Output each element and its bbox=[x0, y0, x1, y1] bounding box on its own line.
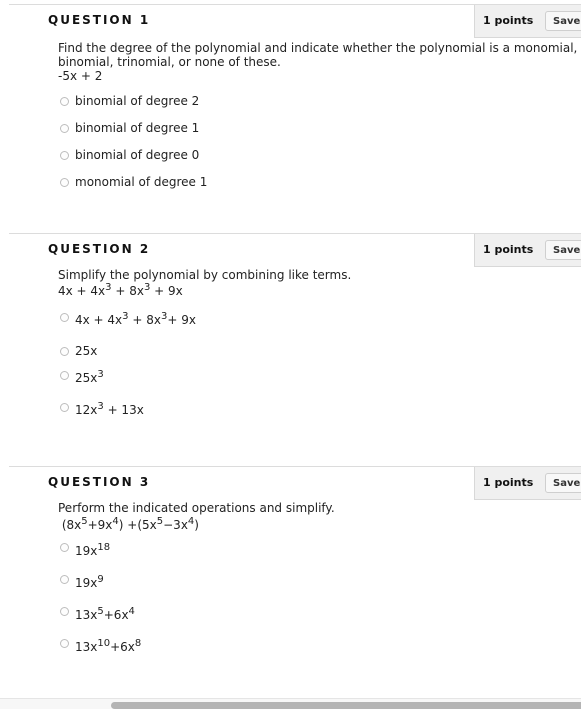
answer-choice[interactable]: 13x5+6x4 bbox=[58, 604, 578, 636]
answer-choice[interactable]: 13x10+6x8 bbox=[58, 636, 578, 663]
radio-button[interactable] bbox=[60, 313, 69, 322]
save-answer-button[interactable]: Save Answer bbox=[545, 473, 581, 493]
prompt-line: Find the degree of the polynomial and in… bbox=[58, 41, 578, 55]
answer-choices: 4x + 4x3 + 8x3+ 9x 25x 25x3 12x3 + 13x bbox=[58, 310, 578, 427]
answer-choice[interactable]: binomial of degree 2 bbox=[58, 94, 578, 121]
answer-choices: 19x18 19x9 13x5+6x4 13x10+6x8 bbox=[58, 540, 578, 663]
points-label: 1 points bbox=[483, 14, 534, 27]
points-box: 1 points Save Answer bbox=[474, 234, 581, 267]
radio-button[interactable] bbox=[60, 371, 69, 380]
question-body: Simplify the polynomial by combining lik… bbox=[58, 268, 578, 427]
choice-label: binomial of degree 0 bbox=[75, 148, 200, 162]
answer-choice[interactable]: 19x18 bbox=[58, 540, 578, 572]
radio-button[interactable] bbox=[60, 347, 69, 356]
choice-label: 13x5+6x4 bbox=[75, 606, 135, 623]
save-answer-button[interactable]: Save Answer bbox=[545, 11, 581, 31]
radio-button[interactable] bbox=[60, 151, 69, 160]
radio-button[interactable] bbox=[60, 607, 69, 616]
prompt-line: 4x + 4x3 + 8x3 + 9x bbox=[58, 282, 183, 299]
question-title: QUESTION 2 bbox=[48, 242, 151, 256]
answer-choice[interactable]: 25x bbox=[58, 341, 578, 368]
prompt-line: -5x + 2 bbox=[58, 69, 103, 83]
question-header: QUESTION 3 1 points Save Answer bbox=[9, 467, 581, 500]
radio-button[interactable] bbox=[60, 178, 69, 187]
question-title: QUESTION 1 bbox=[48, 13, 151, 27]
answer-choice[interactable]: monomial of degree 1 bbox=[58, 175, 578, 202]
question-header: QUESTION 2 1 points Save Answer bbox=[9, 234, 581, 267]
answer-choice[interactable]: 4x + 4x3 + 8x3+ 9x bbox=[58, 310, 578, 341]
question-3: QUESTION 3 1 points Save Answer Perform … bbox=[9, 466, 581, 692]
exponent: 3 bbox=[143, 282, 151, 293]
radio-button[interactable] bbox=[60, 639, 69, 648]
question-prompt: Simplify the polynomial by combining lik… bbox=[58, 268, 578, 298]
prompt-line: Simplify the polynomial by combining lik… bbox=[58, 268, 352, 282]
choice-label: 13x10+6x8 bbox=[75, 638, 142, 655]
question-header: QUESTION 1 1 points Save Answer bbox=[9, 5, 581, 38]
exponent: 9 bbox=[97, 574, 104, 585]
exponent: 5 bbox=[156, 516, 164, 527]
exponent: 10 bbox=[97, 638, 111, 649]
points-box: 1 points Save Answer bbox=[474, 5, 581, 38]
exponent: 8 bbox=[134, 638, 142, 649]
radio-button[interactable] bbox=[60, 124, 69, 133]
exponent: 4 bbox=[128, 606, 135, 617]
save-answer-button[interactable]: Save Answer bbox=[545, 240, 581, 260]
question-2: QUESTION 2 1 points Save Answer Simplify… bbox=[9, 233, 581, 464]
choice-label: 25x bbox=[75, 344, 98, 358]
question-1: QUESTION 1 1 points Save Answer Find the… bbox=[9, 4, 581, 230]
prompt-line: (8x5+9x4) +(5x5−3x4) bbox=[58, 516, 199, 533]
choice-label: monomial of degree 1 bbox=[75, 175, 208, 189]
question-body: Find the degree of the polynomial and in… bbox=[58, 41, 578, 202]
exponent: 3 bbox=[97, 369, 104, 380]
question-prompt: Perform the indicated operations and sim… bbox=[58, 501, 578, 532]
radio-button[interactable] bbox=[60, 403, 69, 412]
question-prompt: Find the degree of the polynomial and in… bbox=[58, 41, 578, 83]
choice-label: 25x3 bbox=[75, 369, 104, 386]
exponent: 18 bbox=[97, 542, 111, 553]
points-label: 1 points bbox=[483, 476, 534, 489]
exponent: 4 bbox=[187, 516, 195, 527]
question-body: Perform the indicated operations and sim… bbox=[58, 501, 578, 663]
points-label: 1 points bbox=[483, 243, 534, 256]
choice-label: 12x3 + 13x bbox=[75, 401, 144, 418]
horizontal-scrollbar[interactable] bbox=[0, 698, 581, 709]
radio-button[interactable] bbox=[60, 575, 69, 584]
answer-choice[interactable]: binomial of degree 1 bbox=[58, 121, 578, 148]
answer-choice[interactable]: 19x9 bbox=[58, 572, 578, 604]
exponent: 3 bbox=[160, 311, 168, 322]
exponent: 3 bbox=[97, 401, 104, 412]
answer-choice[interactable]: 25x3 bbox=[58, 368, 578, 400]
scrollbar-thumb[interactable] bbox=[111, 702, 581, 709]
exponent: 4 bbox=[112, 516, 119, 527]
exponent: 5 bbox=[97, 606, 104, 617]
choice-label: 19x9 bbox=[75, 574, 104, 591]
choice-label: binomial of degree 2 bbox=[75, 94, 200, 108]
prompt-line: binomial, trinomial, or none of these. bbox=[58, 55, 281, 69]
exponent: 3 bbox=[122, 311, 129, 322]
radio-button[interactable] bbox=[60, 543, 69, 552]
exponent: 5 bbox=[81, 516, 88, 527]
question-title: QUESTION 3 bbox=[48, 475, 151, 489]
choice-label: binomial of degree 1 bbox=[75, 121, 200, 135]
choice-label: 19x18 bbox=[75, 542, 111, 559]
answer-choices: binomial of degree 2 binomial of degree … bbox=[58, 94, 578, 202]
points-box: 1 points Save Answer bbox=[474, 467, 581, 500]
answer-choice[interactable]: binomial of degree 0 bbox=[58, 148, 578, 175]
radio-button[interactable] bbox=[60, 97, 69, 106]
choice-label: 4x + 4x3 + 8x3+ 9x bbox=[75, 311, 196, 328]
answer-choice[interactable]: 12x3 + 13x bbox=[58, 400, 578, 427]
prompt-line: Perform the indicated operations and sim… bbox=[58, 501, 335, 515]
exponent: 3 bbox=[105, 282, 112, 293]
